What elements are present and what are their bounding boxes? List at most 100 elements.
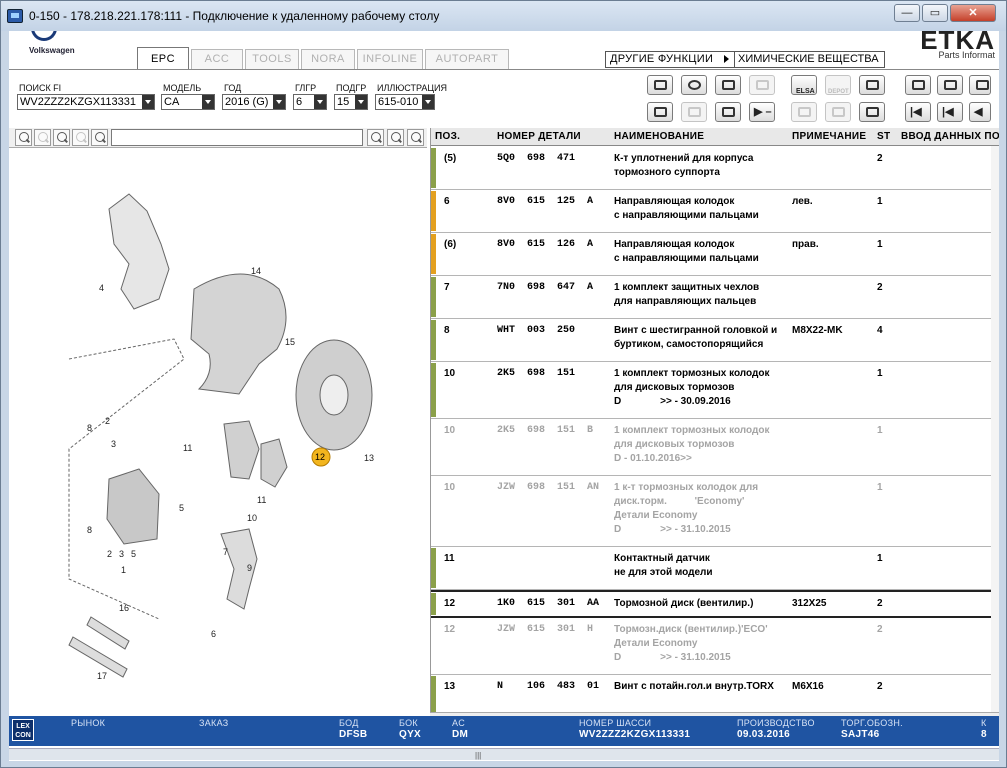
layout-icon[interactable] bbox=[387, 129, 404, 146]
other-functions-selector[interactable]: ДРУГИЕ ФУНКЦИИ ХИМИЧЕСКИЕ ВЕЩЕСТВА bbox=[605, 51, 885, 68]
help-button[interactable] bbox=[749, 75, 775, 95]
chevron-down-icon[interactable] bbox=[142, 95, 154, 109]
elsa-button[interactable]: ELSA bbox=[791, 75, 817, 95]
st-cell: 2 bbox=[877, 624, 883, 635]
next-list-button[interactable] bbox=[969, 75, 991, 95]
next-page-button[interactable]: ◀ bbox=[969, 102, 991, 122]
brake-pad-shape bbox=[223, 420, 260, 480]
table-row[interactable]: 12 1K0 615 301 AA Тормозной диск (вентилир… bbox=[431, 590, 999, 618]
title-bar[interactable]: 0-150 - 178.218.221.178:111 - Подключени… bbox=[1, 1, 1006, 31]
zoom-out-icon[interactable] bbox=[34, 129, 51, 146]
question-icon bbox=[756, 80, 769, 90]
illustration-pane[interactable]: 4 14 15 13 11 8 10 11 2 3 5 2 3 5 1 8 7 bbox=[9, 149, 427, 709]
search-icon[interactable] bbox=[91, 129, 108, 146]
column-header-name[interactable]: НАИМЕНОВАНИЕ bbox=[614, 131, 704, 142]
table-row[interactable]: 10 2K5 698 151 1 комплект тормозных колодо… bbox=[431, 362, 999, 419]
other-functions-value[interactable]: ХИМИЧЕСКИЕ ВЕЩЕСТВА bbox=[734, 52, 884, 67]
other-functions-label: ДРУГИЕ ФУНКЦИИ bbox=[610, 53, 714, 65]
elsa-disabled-button[interactable] bbox=[791, 102, 817, 122]
cart-button[interactable] bbox=[859, 102, 885, 122]
sub-group-select[interactable]: 15 bbox=[334, 94, 368, 110]
search-fi-value: WV2ZZZ2KZGX113331 bbox=[20, 96, 136, 108]
sub-group-label: ПОДГР bbox=[336, 83, 367, 93]
zoom-back-icon[interactable] bbox=[72, 129, 89, 146]
table-icon bbox=[654, 107, 667, 117]
main-group-select[interactable]: 6 bbox=[293, 94, 327, 110]
callout-16: 16 bbox=[119, 603, 129, 613]
tab-tools[interactable]: TOOLS bbox=[245, 49, 299, 69]
zoom-fit-icon[interactable] bbox=[53, 129, 70, 146]
maximize-button[interactable]: ▭ bbox=[922, 4, 948, 22]
tab-autopart[interactable]: AUTOPART bbox=[425, 49, 509, 69]
table-row[interactable]: 10 JZW 698 151 AN 1 к-т тормозных колодок … bbox=[431, 476, 999, 547]
column-header-part-number[interactable]: НОМЕР ДЕТАЛИ bbox=[497, 131, 581, 142]
callout-2: 2 bbox=[105, 416, 110, 426]
model-select[interactable]: CA bbox=[161, 94, 215, 110]
column-header-pos[interactable]: ПОЗ. bbox=[435, 131, 460, 142]
step-button[interactable]: ▶ – bbox=[749, 102, 775, 122]
chevron-down-icon[interactable] bbox=[422, 95, 434, 109]
cart-add-button[interactable] bbox=[859, 75, 885, 95]
split-view-icon[interactable] bbox=[367, 129, 384, 146]
doc-icon bbox=[832, 107, 845, 117]
vw-emblem-icon bbox=[31, 31, 57, 41]
column-header-note[interactable]: ПРИМЕЧАНИЕ bbox=[792, 131, 866, 142]
table-row[interactable]: (6) 8V0 615 126 A Направляющая колодок с н… bbox=[431, 233, 999, 276]
name-cell: Тормозной диск (вентилир.) bbox=[614, 598, 754, 609]
window-horizontal-scrollbar[interactable]: ||| bbox=[9, 748, 999, 760]
pos-cell: 13 bbox=[444, 681, 456, 692]
table-row[interactable]: 12 JZW 615 301 H Тормозн.диск (вентилир.)'… bbox=[431, 618, 999, 675]
part-number-cell: N 106 483 01 bbox=[497, 681, 600, 692]
pin-button[interactable] bbox=[905, 75, 931, 95]
prev-page-button[interactable]: |◀ bbox=[937, 102, 963, 122]
key-button[interactable] bbox=[681, 102, 707, 122]
balance-button[interactable] bbox=[715, 102, 741, 122]
list-button[interactable] bbox=[937, 75, 963, 95]
st-cell: 2 bbox=[877, 153, 883, 164]
chevron-down-icon[interactable] bbox=[355, 95, 367, 109]
name-cell: Направляющая колодок с направляющими пал… bbox=[614, 239, 759, 264]
cd-button[interactable] bbox=[681, 75, 707, 95]
depot-button[interactable]: DEPOT bbox=[825, 75, 851, 95]
crosshair-icon[interactable] bbox=[407, 129, 424, 146]
table-row[interactable]: 7 7N0 698 647 A 1 комплект защитных чехлов… bbox=[431, 276, 999, 319]
column-header-st[interactable]: ST bbox=[877, 131, 890, 142]
table-row[interactable]: 10 2K5 698 151 B 1 комплект тормозных коло… bbox=[431, 419, 999, 476]
table-row[interactable]: 13 N 106 483 01 Винт с потайн.гол.и внутр.… bbox=[431, 675, 999, 712]
st-cell: 1 bbox=[877, 368, 883, 379]
search-fi-field[interactable]: WV2ZZZ2KZGX113331 bbox=[17, 94, 155, 110]
depot-disabled-button[interactable] bbox=[825, 102, 851, 122]
st-cell: 4 bbox=[877, 325, 883, 336]
year-select[interactable]: 2016 (G) bbox=[222, 94, 286, 110]
zoom-in-icon[interactable] bbox=[15, 129, 32, 146]
chevron-down-icon[interactable] bbox=[273, 95, 285, 109]
tab-epc[interactable]: EPC bbox=[137, 47, 189, 69]
illustration-search-input[interactable] bbox=[111, 129, 363, 146]
table-row[interactable]: 8 WHT 003 250 Винт с шестигранной головкой… bbox=[431, 319, 999, 362]
table-vertical-scrollbar[interactable] bbox=[991, 146, 999, 712]
scroll-grip[interactable]: ||| bbox=[475, 751, 481, 760]
print-button[interactable] bbox=[647, 75, 673, 95]
callout-8: 8 bbox=[87, 423, 92, 433]
sub-group-value: 15 bbox=[337, 96, 350, 108]
tab-acc[interactable]: ACC bbox=[191, 49, 243, 69]
exchange-button[interactable] bbox=[715, 75, 741, 95]
order-label: ЗАКАЗ bbox=[199, 718, 229, 728]
row-status-bar bbox=[431, 676, 436, 712]
tab-infoline[interactable]: INFOLINE bbox=[357, 49, 423, 69]
table-row[interactable]: 11 Контактный датчик не для этой модели 1 bbox=[431, 547, 999, 590]
parts-list-button[interactable] bbox=[647, 102, 673, 122]
st-cell: 1 bbox=[877, 196, 883, 207]
table-row[interactable]: (5) 5Q0 698 471 К-т уплотнений для корпуса… bbox=[431, 147, 999, 190]
chevron-down-icon[interactable] bbox=[202, 95, 214, 109]
close-button[interactable]: ✕ bbox=[950, 4, 996, 22]
minimize-button[interactable]: — bbox=[894, 4, 920, 22]
illustration-select[interactable]: 615-010 bbox=[375, 94, 435, 110]
first-page-button[interactable]: |◀ bbox=[905, 102, 931, 122]
ac-label: AC bbox=[452, 718, 466, 728]
table-row[interactable]: 6 8V0 615 125 A Направляющая колодок с нап… bbox=[431, 190, 999, 233]
name-cell: Контактный датчик не для этой модели bbox=[614, 553, 713, 578]
chevron-down-icon[interactable] bbox=[314, 95, 326, 109]
tab-nora[interactable]: NORA bbox=[301, 49, 355, 69]
column-header-data-entry[interactable]: ВВОД ДАННЫХ ПО bbox=[901, 131, 999, 142]
